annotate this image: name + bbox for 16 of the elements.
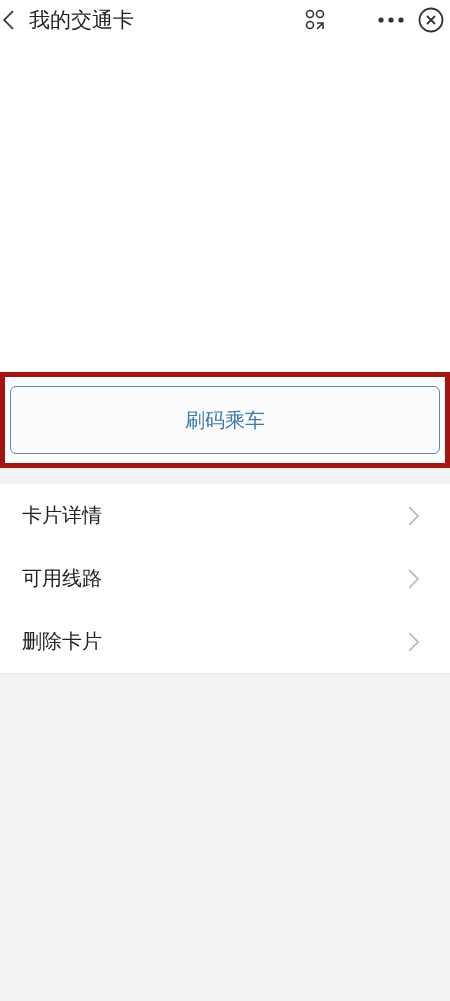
menu-item[interactable]: 删除卡片 (0, 610, 450, 673)
more-icon[interactable] (378, 17, 404, 23)
scan-icon[interactable] (304, 9, 326, 31)
menu-label: 卡片详情 (22, 502, 102, 529)
chevron-icon (406, 567, 420, 590)
menu-item[interactable]: 可用线路 (0, 547, 450, 610)
page-title: 我的交通卡 (29, 7, 136, 34)
menu-label: 可用线路 (22, 565, 102, 592)
close-icon[interactable] (418, 7, 444, 33)
chevron-icon (406, 630, 420, 653)
back-icon (2, 9, 16, 31)
chevron-icon (406, 504, 420, 527)
scan-ride-button[interactable]: 刷码乘车 (10, 386, 440, 454)
back-button[interactable] (0, 9, 16, 31)
menu-label: 删除卡片 (22, 628, 102, 655)
menu-item[interactable]: 卡片详情 (0, 484, 450, 547)
